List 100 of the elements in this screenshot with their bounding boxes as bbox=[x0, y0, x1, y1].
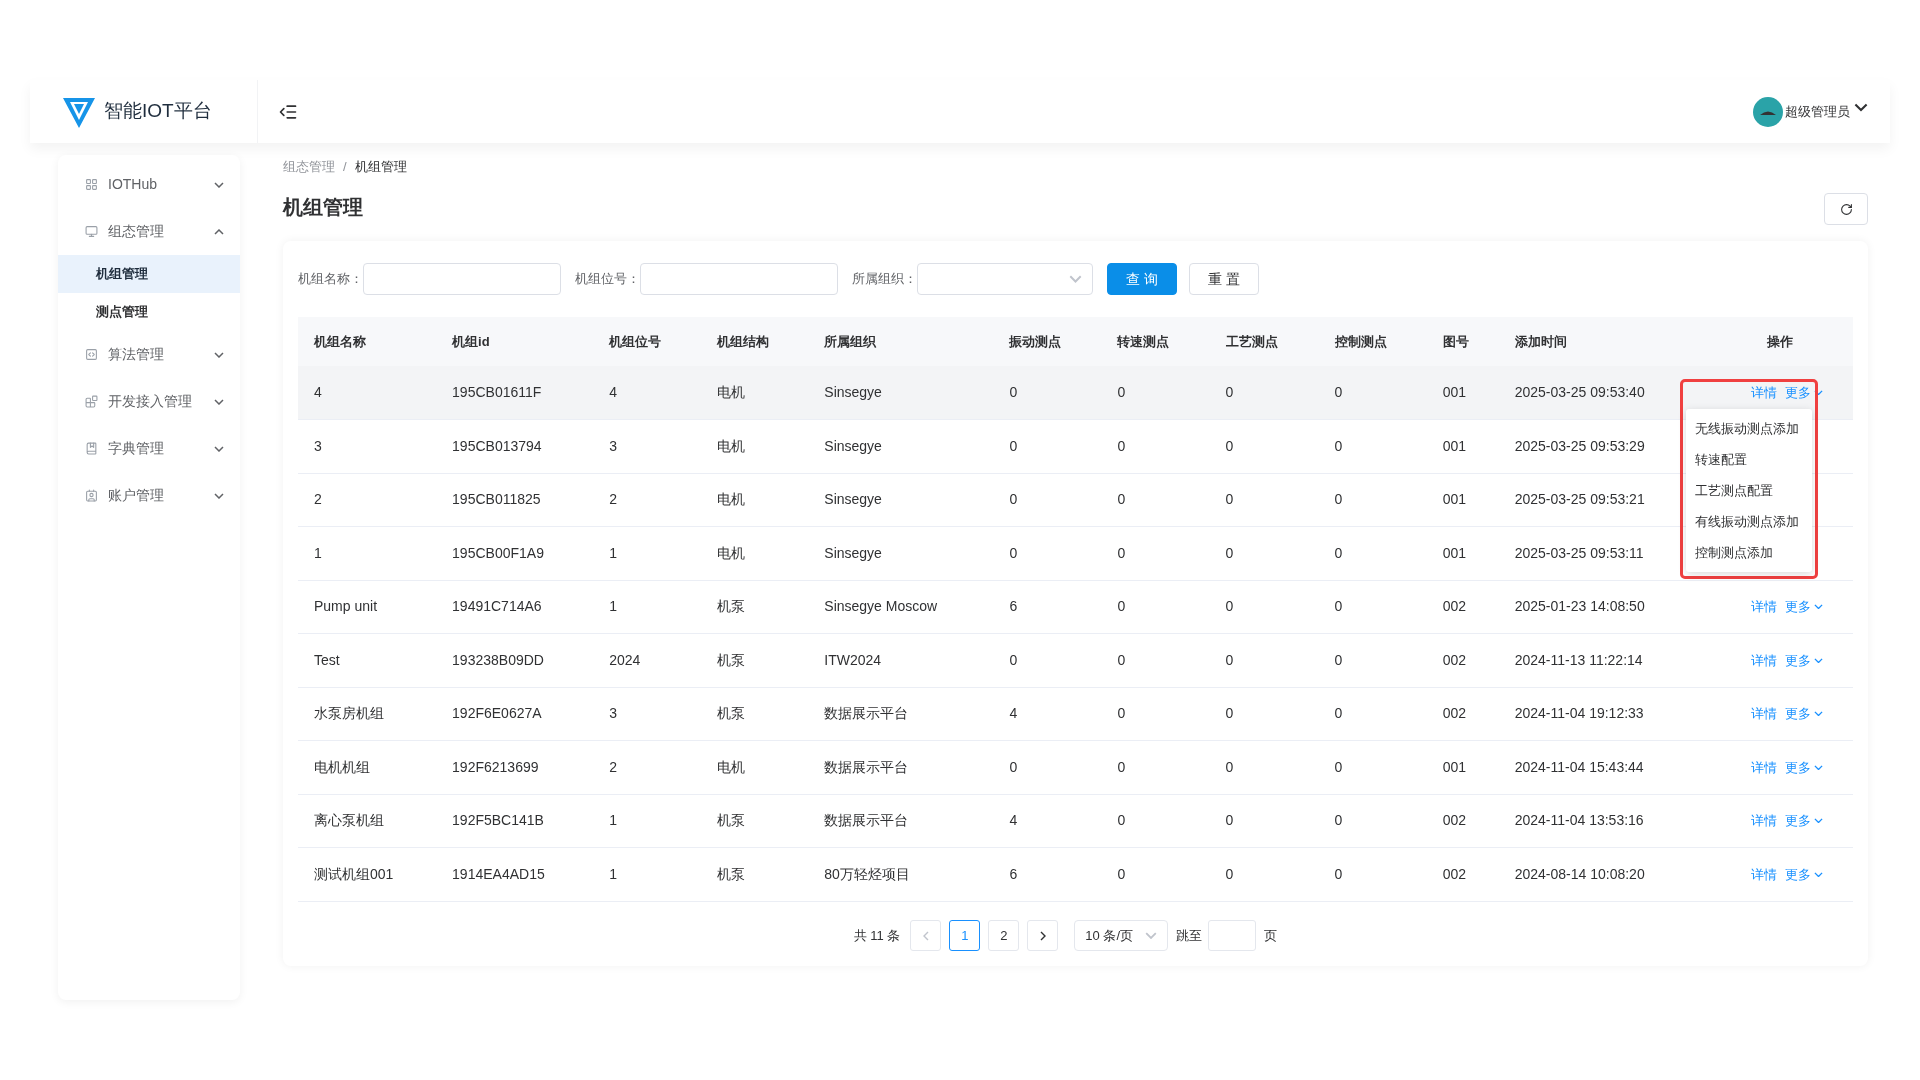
sidebar-item[interactable]: 账户管理 bbox=[58, 472, 240, 519]
sidebar-item[interactable]: 组态管理 bbox=[58, 208, 240, 255]
grid-icon bbox=[85, 178, 98, 191]
table-cell: Sinsegye Moscow bbox=[824, 598, 938, 615]
filter-label: 机组位号： bbox=[575, 270, 640, 289]
reset-button[interactable]: 重 置 bbox=[1188, 263, 1259, 295]
table-cell: 2 bbox=[314, 491, 322, 508]
chevron-left-icon bbox=[922, 930, 929, 941]
refresh-button[interactable] bbox=[1824, 193, 1868, 225]
menu-item[interactable]: 控制测点添加 bbox=[1686, 537, 1812, 568]
table-cell: Sinsegye bbox=[824, 437, 882, 454]
table-cell: 电机机组 bbox=[314, 758, 370, 775]
table-cell: 电机 bbox=[717, 491, 746, 508]
table-cell: 0 bbox=[1225, 812, 1234, 829]
page-size-select[interactable]: 10 条/页 bbox=[1074, 920, 1169, 951]
table-cell: 80万轻烃项目 bbox=[824, 865, 910, 882]
breadcrumb-separator: / bbox=[343, 158, 347, 177]
chevron-down-icon bbox=[214, 492, 224, 499]
table-cell: 002 bbox=[1442, 865, 1466, 882]
chevron-down-icon bbox=[1814, 764, 1823, 770]
table-cell: 0 bbox=[1009, 437, 1018, 454]
table-cell: Test bbox=[314, 651, 340, 668]
table-cell: 0 bbox=[1225, 651, 1234, 668]
table-cell: 2024-11-13 11:22:14 bbox=[1514, 651, 1643, 668]
table-cell: 1 bbox=[609, 865, 617, 882]
table-cell: 4 bbox=[609, 384, 617, 400]
menu-item[interactable]: 转速配置 bbox=[1686, 444, 1812, 475]
sidebar-subitem[interactable]: 机组管理 bbox=[58, 255, 240, 293]
chevron-down-icon bbox=[1069, 275, 1082, 283]
total-count: 共 11 条 bbox=[853, 926, 901, 945]
chevron-down-icon bbox=[1854, 103, 1868, 112]
table-cell: 0 bbox=[1334, 437, 1343, 454]
table-cell: 0 bbox=[1225, 544, 1234, 561]
avatar-icon bbox=[1753, 96, 1783, 127]
table-cell: 0 bbox=[1334, 812, 1343, 829]
table-cell: 2024-11-04 19:12:33 bbox=[1514, 705, 1644, 722]
table-cell: 0 bbox=[1009, 544, 1018, 561]
table-cell: 195CB00F1A9 bbox=[452, 544, 544, 561]
table-cell: 2024-11-04 15:43:44 bbox=[1514, 758, 1644, 775]
table-cell: 0 bbox=[1225, 491, 1234, 508]
table-cell: 数据展示平台 bbox=[824, 705, 909, 722]
table-cell: 4 bbox=[1009, 812, 1018, 829]
sidebar-item[interactable]: 算法管理 bbox=[58, 331, 240, 378]
page-jump-field[interactable] bbox=[1208, 920, 1257, 951]
chevron-up-icon bbox=[214, 228, 224, 235]
table-cell: Sinsegye bbox=[824, 491, 882, 508]
table-cell: 数据展示平台 bbox=[824, 758, 909, 775]
table-cell: 002 bbox=[1442, 705, 1466, 722]
organization-select[interactable] bbox=[917, 263, 1093, 295]
sidebar-item[interactable]: 字典管理 bbox=[58, 425, 240, 472]
text-field[interactable] bbox=[640, 263, 838, 295]
chevron-down-icon bbox=[1814, 818, 1823, 824]
column-header: 机组位号 bbox=[609, 333, 662, 349]
table-cell: 0 bbox=[1225, 865, 1234, 882]
table-cell: 0 bbox=[1334, 758, 1343, 775]
table-cell: 0 bbox=[1117, 384, 1126, 400]
table-cell: 1 bbox=[609, 544, 617, 561]
table-cell: 002 bbox=[1442, 651, 1466, 668]
next-page-button[interactable] bbox=[1027, 920, 1059, 951]
user-menu[interactable]: 超级管理员 bbox=[1753, 96, 1868, 127]
table-cell: 002 bbox=[1442, 812, 1466, 829]
table-cell: 1 bbox=[609, 598, 617, 615]
chevron-right-icon bbox=[1039, 930, 1046, 941]
table-cell: 195CB013794 bbox=[452, 437, 542, 454]
column-header: 控制测点 bbox=[1334, 333, 1387, 349]
text-field[interactable] bbox=[363, 263, 561, 295]
book-icon bbox=[85, 442, 98, 455]
chevron-down-icon bbox=[1145, 931, 1158, 940]
table-cell: 0 bbox=[1225, 598, 1234, 615]
column-header: 操作 bbox=[1767, 333, 1794, 349]
table-cell: 2025-01-23 14:08:50 bbox=[1514, 598, 1645, 615]
filter-label: 机组名称： bbox=[298, 270, 363, 289]
table-cell: 2024-08-14 10:08:20 bbox=[1514, 865, 1645, 882]
table-cell: 002 bbox=[1442, 598, 1466, 615]
table-cell: 195CB011825 bbox=[452, 491, 541, 508]
table-cell: 水泵房机组 bbox=[314, 705, 384, 722]
table-cell: 3 bbox=[609, 705, 617, 722]
column-header: 所属组织 bbox=[824, 333, 877, 349]
table-cell: 0 bbox=[1334, 651, 1343, 668]
sidebar-item[interactable]: IOTHub bbox=[58, 161, 240, 208]
table-cell: 2025-03-25 09:53:40 bbox=[1514, 384, 1645, 400]
table-cell: 0 bbox=[1117, 491, 1126, 508]
column-header: 添加时间 bbox=[1514, 333, 1567, 349]
menu-item[interactable]: 工艺测点配置 bbox=[1686, 475, 1812, 506]
table-cell: 0 bbox=[1334, 491, 1343, 508]
table-cell: 电机 bbox=[717, 437, 746, 454]
table-cell: Pump unit bbox=[314, 598, 378, 615]
page-button[interactable]: 2 bbox=[988, 920, 1020, 951]
column-header: 图号 bbox=[1442, 333, 1469, 349]
table-cell: 192F6E0627A bbox=[452, 705, 542, 722]
table-cell: 001 bbox=[1442, 758, 1466, 775]
table-cell: 0 bbox=[1117, 865, 1126, 882]
table-cell: 0 bbox=[1117, 598, 1126, 615]
table-cell: 001 bbox=[1442, 437, 1466, 454]
sidebar-item[interactable]: 开发接入管理 bbox=[58, 378, 240, 425]
column-header: 转速测点 bbox=[1117, 333, 1170, 349]
search-button[interactable]: 查 询 bbox=[1107, 263, 1177, 295]
table-cell: 2024 bbox=[609, 651, 641, 668]
table-cell: 0 bbox=[1225, 705, 1234, 722]
sidebar-subitem[interactable]: 测点管理 bbox=[58, 293, 240, 331]
